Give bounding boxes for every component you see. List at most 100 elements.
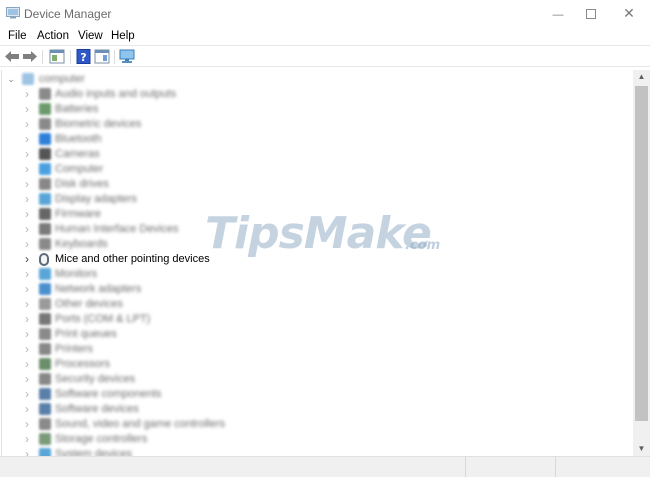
tree-category-row[interactable]: › Processors xyxy=(2,357,632,372)
chevron-right-icon[interactable]: › xyxy=(22,358,32,370)
tree-category-row[interactable]: › Software devices xyxy=(2,402,632,417)
tree-category-row[interactable]: › Other devices xyxy=(2,297,632,312)
chevron-right-icon[interactable]: › xyxy=(22,178,32,190)
chevron-right-icon[interactable]: › xyxy=(22,418,32,430)
tree-category-row[interactable]: › Mice and other pointing devices xyxy=(2,252,632,267)
tree-category-label: Other devices xyxy=(55,298,123,310)
device-category-icon xyxy=(39,238,51,250)
tree-category-row[interactable]: › Network adapters xyxy=(2,282,632,297)
tree-category-label: Software components xyxy=(55,388,162,400)
tree-category-label: Sound, video and game controllers xyxy=(55,418,225,430)
properties-icon[interactable] xyxy=(49,49,65,64)
tree-category-label: Cameras xyxy=(55,148,100,160)
tree-category-row[interactable]: › System devices xyxy=(2,447,632,456)
back-arrow-icon[interactable] xyxy=(4,49,20,64)
device-category-icon xyxy=(39,118,51,130)
chevron-right-icon[interactable]: › xyxy=(22,103,32,115)
tree-category-row[interactable]: › Keyboards xyxy=(2,237,632,252)
tree-category-row[interactable]: › Storage controllers xyxy=(2,432,632,447)
tree-category-row[interactable]: › Sound, video and game controllers xyxy=(2,417,632,432)
tree-category-row[interactable]: › Batteries xyxy=(2,102,632,117)
tree-category-row[interactable]: › Audio inputs and outputs xyxy=(2,87,632,102)
toolbar-separator xyxy=(70,50,71,64)
scroll-up-icon[interactable]: ▲ xyxy=(633,70,650,84)
chevron-right-icon[interactable]: › xyxy=(22,388,32,400)
menu-help[interactable]: Help xyxy=(111,30,135,42)
menu-file[interactable]: File xyxy=(8,30,27,42)
tree-category-row[interactable]: › Cameras xyxy=(2,147,632,162)
tree-category-row[interactable]: › Monitors xyxy=(2,267,632,282)
computer-icon xyxy=(22,73,34,85)
tree-category-row[interactable]: › Human Interface Devices xyxy=(2,222,632,237)
chevron-right-icon[interactable]: › xyxy=(22,343,32,355)
tree-category-row[interactable]: › Computer xyxy=(2,162,632,177)
tree-category-label: Batteries xyxy=(55,103,99,115)
chevron-right-icon[interactable]: › xyxy=(22,268,32,280)
tree-category-row[interactable]: › Disk drives xyxy=(2,177,632,192)
device-category-icon xyxy=(39,373,51,385)
device-category-icon xyxy=(39,388,51,400)
status-segment xyxy=(555,457,650,477)
chevron-right-icon[interactable]: › xyxy=(22,238,32,250)
tree-category-row[interactable]: › Software components xyxy=(2,387,632,402)
tree-category-label: Ports (COM & LPT) xyxy=(55,313,151,325)
forward-arrow-icon[interactable] xyxy=(22,49,38,64)
chevron-right-icon[interactable]: › xyxy=(22,433,32,445)
chevron-right-icon[interactable]: › xyxy=(22,208,32,220)
chevron-right-icon[interactable]: › xyxy=(22,283,32,295)
title-bar: Device Manager — ✕ xyxy=(0,0,650,28)
tree-root[interactable]: ⌄ computer xyxy=(2,72,632,87)
action-icon[interactable] xyxy=(94,49,110,64)
menu-view[interactable]: View xyxy=(78,30,103,42)
tree-category-label: System devices xyxy=(55,448,133,456)
tree-category-label: Bluetooth xyxy=(55,133,102,145)
chevron-right-icon[interactable]: › xyxy=(22,373,32,385)
device-category-icon xyxy=(39,283,51,295)
close-button[interactable]: ✕ xyxy=(612,0,646,28)
tree-category-label: Keyboards xyxy=(55,238,108,250)
tree-category-row[interactable]: › Ports (COM & LPT) xyxy=(2,312,632,327)
toolbar: ? xyxy=(0,45,650,67)
chevron-right-icon[interactable]: › xyxy=(22,193,32,205)
device-category-icon xyxy=(39,403,51,415)
tree-category-row[interactable]: › Printers xyxy=(2,342,632,357)
chevron-right-icon[interactable]: › xyxy=(22,328,32,340)
device-category-icon xyxy=(39,148,51,160)
tree-category-row[interactable]: › Print queues xyxy=(2,327,632,342)
vertical-scrollbar[interactable]: ▲ ▼ xyxy=(633,70,650,456)
tree-category-label: Storage controllers xyxy=(55,433,148,445)
chevron-right-icon[interactable]: › xyxy=(22,298,32,310)
chevron-right-icon[interactable]: › xyxy=(22,133,32,145)
tree-category-label: Print queues xyxy=(55,328,117,340)
status-segment xyxy=(465,457,555,477)
chevron-right-icon[interactable]: › xyxy=(22,448,32,456)
tree-category-row[interactable]: › Display adapters xyxy=(2,192,632,207)
tree-category-row[interactable]: › Firmware xyxy=(2,207,632,222)
chevron-right-icon[interactable]: › xyxy=(22,403,32,415)
tree-category-row[interactable]: › Biometric devices xyxy=(2,117,632,132)
chevron-right-icon[interactable]: › xyxy=(22,313,32,325)
tree-category-row[interactable]: › Bluetooth xyxy=(2,132,632,147)
tree-category-row[interactable]: › Security devices xyxy=(2,372,632,387)
minimize-button[interactable]: — xyxy=(541,0,575,28)
help-icon[interactable]: ? xyxy=(76,49,92,64)
scroll-down-icon[interactable]: ▼ xyxy=(633,442,650,456)
device-tree[interactable]: ⌄ computer › Audio inputs and outputs › Bat… xyxy=(1,70,633,456)
chevron-right-icon[interactable]: › xyxy=(22,253,32,265)
device-category-icon xyxy=(39,88,51,100)
device-manager-icon xyxy=(6,7,20,19)
chevron-down-icon[interactable]: ⌄ xyxy=(6,73,16,85)
chevron-right-icon[interactable]: › xyxy=(22,118,32,130)
chevron-right-icon[interactable]: › xyxy=(22,88,32,100)
chevron-right-icon[interactable]: › xyxy=(22,163,32,175)
monitor-icon[interactable] xyxy=(119,49,135,64)
device-category-icon xyxy=(39,418,51,430)
device-category-icon xyxy=(39,328,51,340)
maximize-button[interactable] xyxy=(574,0,608,28)
chevron-right-icon[interactable]: › xyxy=(22,148,32,160)
chevron-right-icon[interactable]: › xyxy=(22,223,32,235)
tree-category-label: Monitors xyxy=(55,268,98,280)
device-category-icon xyxy=(39,253,49,266)
menu-action[interactable]: Action xyxy=(37,30,69,42)
scrollbar-thumb[interactable] xyxy=(635,86,648,421)
